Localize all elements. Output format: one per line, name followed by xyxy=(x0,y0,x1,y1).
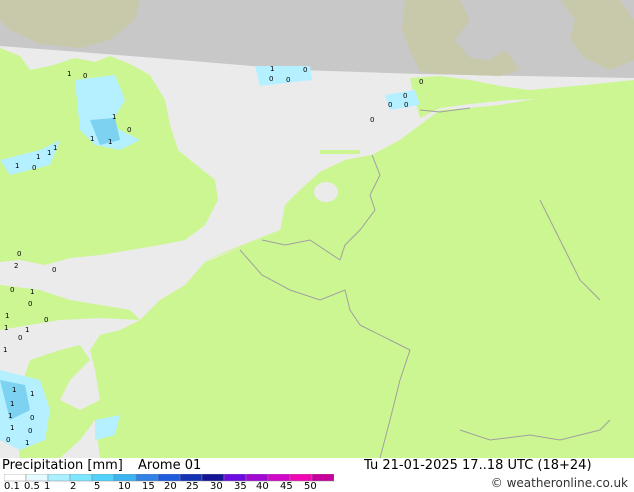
precip-label: 0 xyxy=(28,427,32,435)
legend-tick-label: 0.1 xyxy=(4,481,20,492)
legend-color-swatch xyxy=(135,474,159,482)
precip-label: 0 xyxy=(10,286,14,294)
legend-color-swatch xyxy=(91,474,115,482)
legend-color-swatch xyxy=(179,474,203,482)
precip-label: 1 xyxy=(8,412,12,420)
precip-label: 0 xyxy=(269,75,273,83)
precip-label: 1 xyxy=(10,400,14,408)
credit-link[interactable]: © weatheronline.co.uk xyxy=(491,476,628,490)
model-name: Arome 01 xyxy=(138,458,202,473)
precip-label: 1 xyxy=(270,65,274,73)
legend-color-swatch xyxy=(4,474,27,482)
legend-tick-label: 25 xyxy=(186,481,199,492)
precip-label: 1 xyxy=(90,135,94,143)
precip-label: 1 xyxy=(3,346,7,354)
precip-label: 0 xyxy=(127,126,131,134)
precip-label: 0 xyxy=(403,92,407,100)
legend-tick-label: 35 xyxy=(234,481,247,492)
ijsselmeer-water xyxy=(314,182,338,202)
precip-label: 0 xyxy=(28,300,32,308)
legend-color-swatch xyxy=(289,474,313,482)
precip-label: 0 xyxy=(419,78,423,86)
precip-label: 1 xyxy=(53,144,57,152)
precip-label: 1 xyxy=(47,149,51,157)
legend-title: Precipitation [mm] xyxy=(2,458,123,473)
precip-label: 0 xyxy=(303,66,307,74)
legend-color-swatch xyxy=(245,474,269,482)
precip-label: 1 xyxy=(30,390,34,398)
precip-label: 1 xyxy=(112,113,116,121)
precip-label: 0 xyxy=(83,72,87,80)
legend-color-swatch xyxy=(201,474,225,482)
legend-tick-label: 50 xyxy=(304,481,317,492)
legend-tick-label: 5 xyxy=(94,481,101,492)
legend-color-swatch xyxy=(69,474,93,482)
legend-color-swatch xyxy=(267,474,291,482)
precip-label: 1 xyxy=(12,386,16,394)
precip-label: 0 xyxy=(44,316,48,324)
legend-tick-label: 10 xyxy=(118,481,131,492)
precip-label: 1 xyxy=(36,153,40,161)
precip-label: 0 xyxy=(370,116,374,124)
legend-color-swatch xyxy=(47,474,71,482)
weather-map-page: 1 0 1 0 0 0 0 1 0 1 1 1 1 0 1 1 0 0 0 2 … xyxy=(0,0,634,492)
legend-tick-label: 45 xyxy=(280,481,293,492)
copyright-symbol: © xyxy=(490,476,503,490)
precip-label: 1 xyxy=(10,424,14,432)
precip-label: 1 xyxy=(108,138,112,146)
forecast-datetime: Tu 21-01-2025 17..18 UTC (18+24) xyxy=(364,458,592,473)
precip-label: 0 xyxy=(52,266,56,274)
precip-label: 0 xyxy=(404,101,408,109)
precip-label: 0 xyxy=(286,76,290,84)
precip-label: 1 xyxy=(15,162,19,170)
precip-label: 1 xyxy=(67,70,71,78)
legend-color-swatch xyxy=(25,474,49,482)
legend-tick-label: 1 xyxy=(44,481,51,492)
legend-color-swatch xyxy=(311,474,334,482)
precip-label: 1 xyxy=(25,439,29,447)
legend-color-swatch xyxy=(113,474,137,482)
legend-tick-label: 15 xyxy=(142,481,155,492)
legend-tick-label: 20 xyxy=(164,481,177,492)
precip-label: 0 xyxy=(18,334,22,342)
frisian-islands xyxy=(320,150,360,154)
legend-color-swatch xyxy=(157,474,181,482)
legend-color-swatch xyxy=(223,474,247,482)
precipitation-map: 1 0 1 0 0 0 0 1 0 1 1 1 1 0 1 1 0 0 0 2 … xyxy=(0,0,634,458)
legend-tick-label: 40 xyxy=(256,481,269,492)
precip-label: 0 xyxy=(30,414,34,422)
precip-label: 2 xyxy=(14,262,18,270)
legend-tick-label: 2 xyxy=(70,481,77,492)
precip-label: 0 xyxy=(17,250,21,258)
precip-label: 0 xyxy=(6,436,10,444)
precip-label: 1 xyxy=(25,326,29,334)
legend-tick-label: 30 xyxy=(210,481,223,492)
credit-text: weatheronline.co.uk xyxy=(506,476,628,490)
precip-label: 1 xyxy=(4,324,8,332)
precip-label: 1 xyxy=(30,288,34,296)
precip-label: 0 xyxy=(32,164,36,172)
precip-label: 0 xyxy=(388,101,392,109)
legend-tick-label: 0.5 xyxy=(24,481,40,492)
precip-label: 1 xyxy=(5,312,9,320)
